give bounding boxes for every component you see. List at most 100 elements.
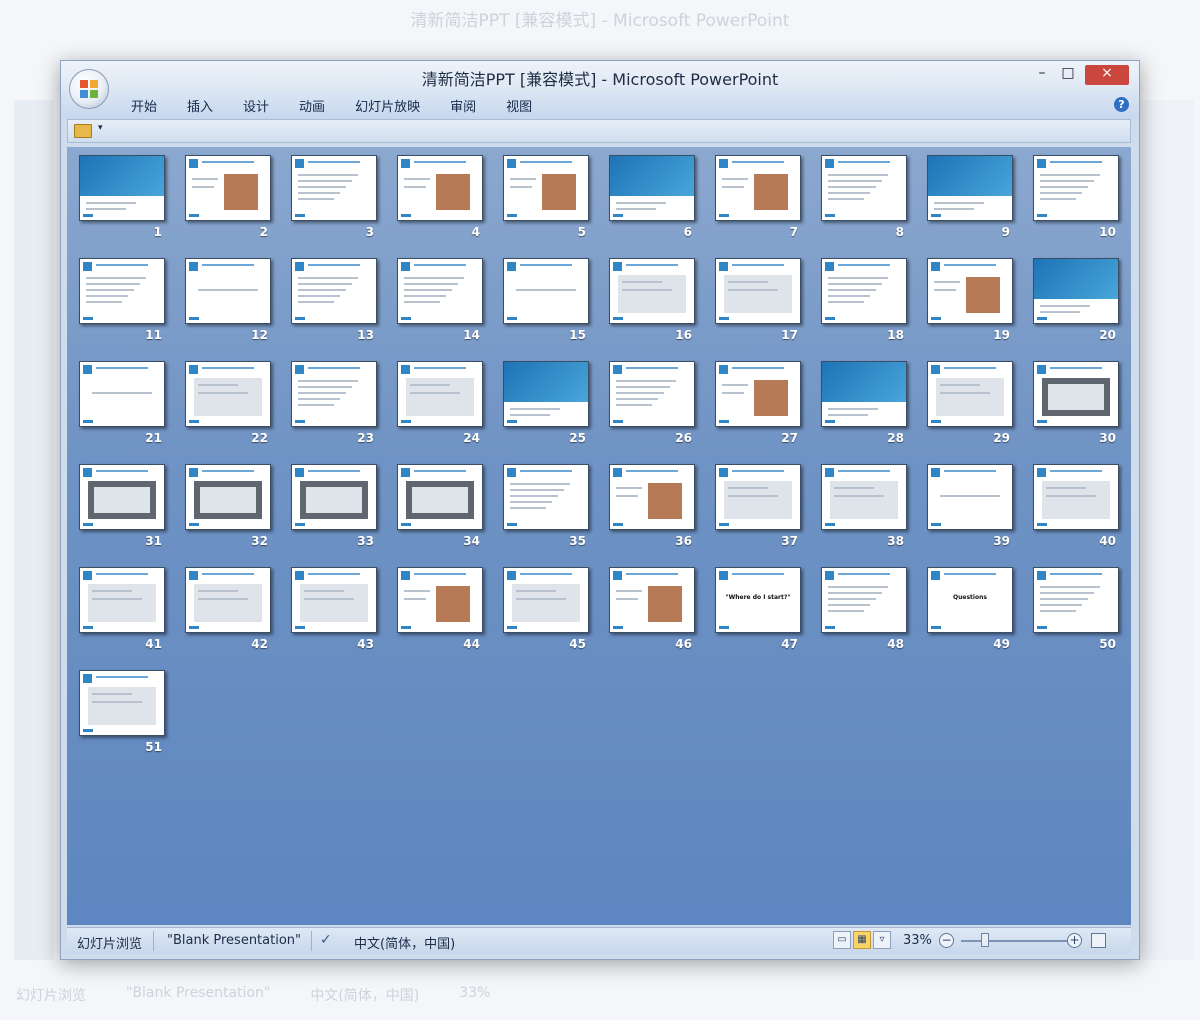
slide-preview-blank[interactable] xyxy=(927,464,1013,530)
slide-thumbnail[interactable]: 22 xyxy=(185,361,271,453)
slide-preview-dark[interactable] xyxy=(397,464,483,530)
slide-thumbnail[interactable]: 12 xyxy=(185,258,271,350)
slide-preview-dark[interactable] xyxy=(291,464,377,530)
slide-preview-shot[interactable] xyxy=(715,464,801,530)
slide-thumbnail[interactable]: 15 xyxy=(503,258,589,350)
slide-thumbnail[interactable]: 9 xyxy=(927,155,1013,247)
slide-thumbnail[interactable]: 26 xyxy=(609,361,695,453)
slide-preview-text[interactable] xyxy=(503,464,589,530)
slide-thumbnail[interactable]: 2 xyxy=(185,155,271,247)
slide-preview-map[interactable] xyxy=(1033,258,1119,324)
slide-preview-photo[interactable] xyxy=(503,155,589,221)
slide-thumbnail[interactable]: 14 xyxy=(397,258,483,350)
slide-preview-shot[interactable] xyxy=(927,361,1013,427)
slide-preview-text[interactable] xyxy=(291,155,377,221)
slide-preview-text[interactable] xyxy=(1033,567,1119,633)
slide-thumbnail[interactable]: 37 xyxy=(715,464,801,556)
slide-preview-shot[interactable] xyxy=(79,670,165,736)
slide-preview-text[interactable] xyxy=(821,155,907,221)
slide-thumbnail[interactable]: 36 xyxy=(609,464,695,556)
slide-thumbnail[interactable]: Questions 49 xyxy=(927,567,1013,659)
slide-preview-photo[interactable] xyxy=(715,361,801,427)
slide-thumbnail[interactable]: 5 xyxy=(503,155,589,247)
slide-preview-blank[interactable] xyxy=(79,361,165,427)
slide-preview-text[interactable] xyxy=(397,258,483,324)
status-theme[interactable]: "Blank Presentation" xyxy=(167,933,301,948)
slide-thumbnail[interactable]: 48 xyxy=(821,567,907,659)
slide-thumbnail[interactable]: 31 xyxy=(79,464,165,556)
slide-preview-dark[interactable] xyxy=(79,464,165,530)
maximize-button[interactable]: □ xyxy=(1055,65,1081,85)
slide-thumbnail[interactable]: 11 xyxy=(79,258,165,350)
slide-preview-shot[interactable] xyxy=(397,361,483,427)
close-button[interactable]: × xyxy=(1085,65,1129,85)
spell-check-icon[interactable]: ✓ xyxy=(320,932,332,948)
slide-thumbnail[interactable]: 28 xyxy=(821,361,907,453)
slide-thumbnail[interactable]: 17 xyxy=(715,258,801,350)
slide-thumbnail[interactable]: 13 xyxy=(291,258,377,350)
slide-thumbnail[interactable]: 23 xyxy=(291,361,377,453)
zoom-level[interactable]: 33% xyxy=(903,933,932,948)
slide-thumbnail[interactable]: 7 xyxy=(715,155,801,247)
zoom-out-button[interactable]: − xyxy=(939,933,954,948)
slide-thumbnail[interactable]: 38 xyxy=(821,464,907,556)
slide-preview-text[interactable] xyxy=(609,361,695,427)
slide-thumbnail[interactable]: 1 xyxy=(79,155,165,247)
slide-preview-photo[interactable] xyxy=(715,155,801,221)
slide-thumbnail[interactable]: 16 xyxy=(609,258,695,350)
slide-thumbnail[interactable]: 41 xyxy=(79,567,165,659)
slide-thumbnail[interactable]: 46 xyxy=(609,567,695,659)
slide-preview-dark[interactable] xyxy=(1033,361,1119,427)
slide-sorter-view-button[interactable]: ▦ xyxy=(853,931,871,949)
slide-preview-text[interactable] xyxy=(291,258,377,324)
ribbon-tab[interactable]: 插入 xyxy=(187,96,213,115)
slide-preview-photo[interactable] xyxy=(397,155,483,221)
slide-thumbnail[interactable]: "Where do I start?" 47 xyxy=(715,567,801,659)
slide-thumbnail[interactable]: 6 xyxy=(609,155,695,247)
slide-thumbnail[interactable]: 35 xyxy=(503,464,589,556)
zoom-slider-thumb[interactable] xyxy=(981,933,990,947)
slide-preview-blank[interactable] xyxy=(503,258,589,324)
status-language[interactable]: 中文(简体，中国) xyxy=(354,933,455,952)
zoom-slider[interactable] xyxy=(961,940,1071,942)
slide-preview-map[interactable] xyxy=(927,155,1013,221)
slide-thumbnail[interactable]: 18 xyxy=(821,258,907,350)
slide-thumbnail[interactable]: 50 xyxy=(1033,567,1119,659)
slide-show-button[interactable]: ▿ xyxy=(873,931,891,949)
slide-preview-text[interactable] xyxy=(821,567,907,633)
slide-preview-shot[interactable] xyxy=(291,567,377,633)
slide-thumbnail[interactable]: 21 xyxy=(79,361,165,453)
ribbon-tab[interactable]: 设计 xyxy=(243,96,269,115)
slide-preview-text[interactable] xyxy=(821,258,907,324)
open-folder-icon[interactable] xyxy=(74,124,92,138)
slide-preview-photo[interactable] xyxy=(609,464,695,530)
slide-preview-blank[interactable] xyxy=(185,258,271,324)
slide-preview-shot[interactable] xyxy=(185,567,271,633)
help-icon[interactable]: ? xyxy=(1114,97,1129,112)
customize-toolbar-dropdown[interactable]: ▾ xyxy=(98,123,103,133)
ribbon-tab[interactable]: 幻灯片放映 xyxy=(355,96,420,115)
ribbon-tab[interactable]: 开始 xyxy=(131,96,157,115)
zoom-in-button[interactable]: + xyxy=(1067,933,1082,948)
slide-preview-photo[interactable] xyxy=(927,258,1013,324)
normal-view-button[interactable]: ▭ xyxy=(833,931,851,949)
slide-thumbnail[interactable]: 34 xyxy=(397,464,483,556)
slide-thumbnail[interactable]: 10 xyxy=(1033,155,1119,247)
slide-thumbnail[interactable]: 20 xyxy=(1033,258,1119,350)
slide-thumbnail[interactable]: 44 xyxy=(397,567,483,659)
slide-preview-caption[interactable]: "Where do I start?" xyxy=(715,567,801,633)
slide-thumbnail[interactable]: 43 xyxy=(291,567,377,659)
ribbon-tab[interactable]: 审阅 xyxy=(450,96,476,115)
slide-thumbnail[interactable]: 4 xyxy=(397,155,483,247)
slide-preview-shot[interactable] xyxy=(821,464,907,530)
slide-preview-map[interactable] xyxy=(821,361,907,427)
slide-preview-caption[interactable]: Questions xyxy=(927,567,1013,633)
ribbon-tab[interactable]: 视图 xyxy=(506,96,532,115)
slide-thumbnail[interactable]: 42 xyxy=(185,567,271,659)
slide-preview-shot[interactable] xyxy=(715,258,801,324)
minimize-button[interactable]: – xyxy=(1029,65,1055,85)
slide-sorter-pane[interactable]: 1 2 3 4 5 6 7 8 9 10 11 12 13 14 15 16 17 18 19 20 21 22 23 24 2… xyxy=(67,147,1131,925)
slide-thumbnail[interactable]: 51 xyxy=(79,670,165,762)
slide-thumbnail[interactable]: 3 xyxy=(291,155,377,247)
ribbon-tab[interactable]: 动画 xyxy=(299,96,325,115)
